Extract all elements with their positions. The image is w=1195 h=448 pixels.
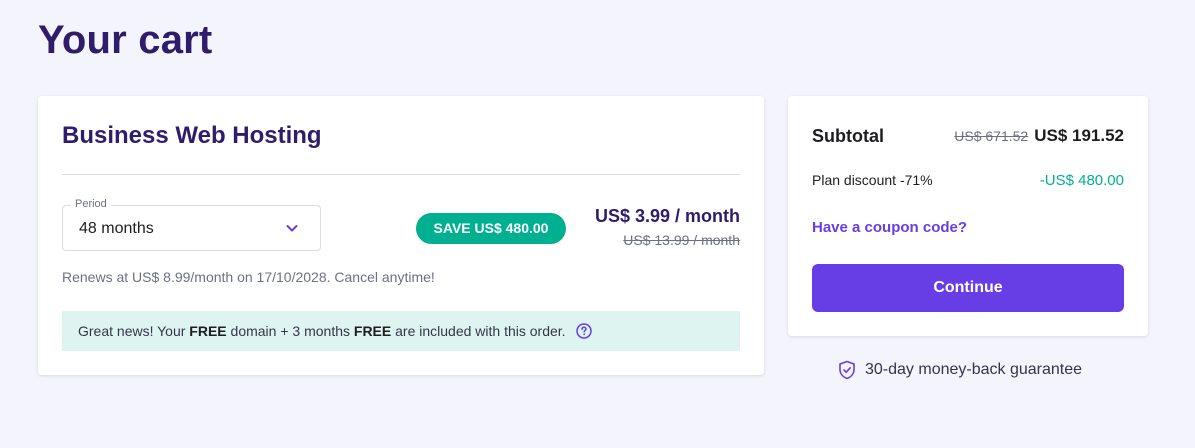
- subtotal-price: US$ 191.52: [1034, 126, 1124, 145]
- continue-button[interactable]: Continue: [812, 264, 1124, 312]
- money-back-guarantee: 30-day money-back guarantee: [838, 360, 1082, 380]
- promo-text: Great news! Your FREE domain + 3 months …: [78, 323, 566, 339]
- monthly-price: US$ 3.99 / month: [594, 206, 740, 226]
- renewal-info: Renews at US$ 8.99/month on 17/10/2028. …: [62, 269, 435, 285]
- subtotal-label: Subtotal: [812, 126, 884, 146]
- period-label: Period: [71, 198, 111, 210]
- old-monthly-price: US$ 13.99 / month: [623, 232, 740, 248]
- period-value: 48 months: [79, 220, 154, 237]
- product-title: Business Web Hosting: [62, 122, 322, 149]
- promo-banner: Great news! Your FREE domain + 3 months …: [62, 311, 740, 351]
- period-select[interactable]: Period 48 months: [62, 198, 321, 251]
- subtotal-old-price: US$ 671.52: [954, 128, 1029, 144]
- question-circle-icon[interactable]: [575, 323, 592, 339]
- shield-check-icon: [839, 360, 855, 380]
- guarantee-text: 30-day money-back guarantee: [865, 361, 1083, 378]
- save-badge: SAVE US$ 480.00: [416, 213, 566, 244]
- plan-discount-label: Plan discount -71%: [812, 172, 933, 188]
- coupon-code-link[interactable]: Have a coupon code?: [812, 219, 967, 236]
- product-card: Business Web Hosting Period 48 months SA…: [38, 96, 764, 375]
- plan-discount-value: -US$ 480.00: [1039, 172, 1124, 189]
- order-summary-card: Subtotal US$ 671.52 US$ 191.52 Plan disco…: [788, 96, 1148, 336]
- subtotal-prices: US$ 671.52 US$ 191.52: [954, 126, 1124, 146]
- page-title: Your cart: [38, 18, 213, 62]
- chevron-down-icon: [286, 225, 298, 232]
- divider: [62, 174, 740, 175]
